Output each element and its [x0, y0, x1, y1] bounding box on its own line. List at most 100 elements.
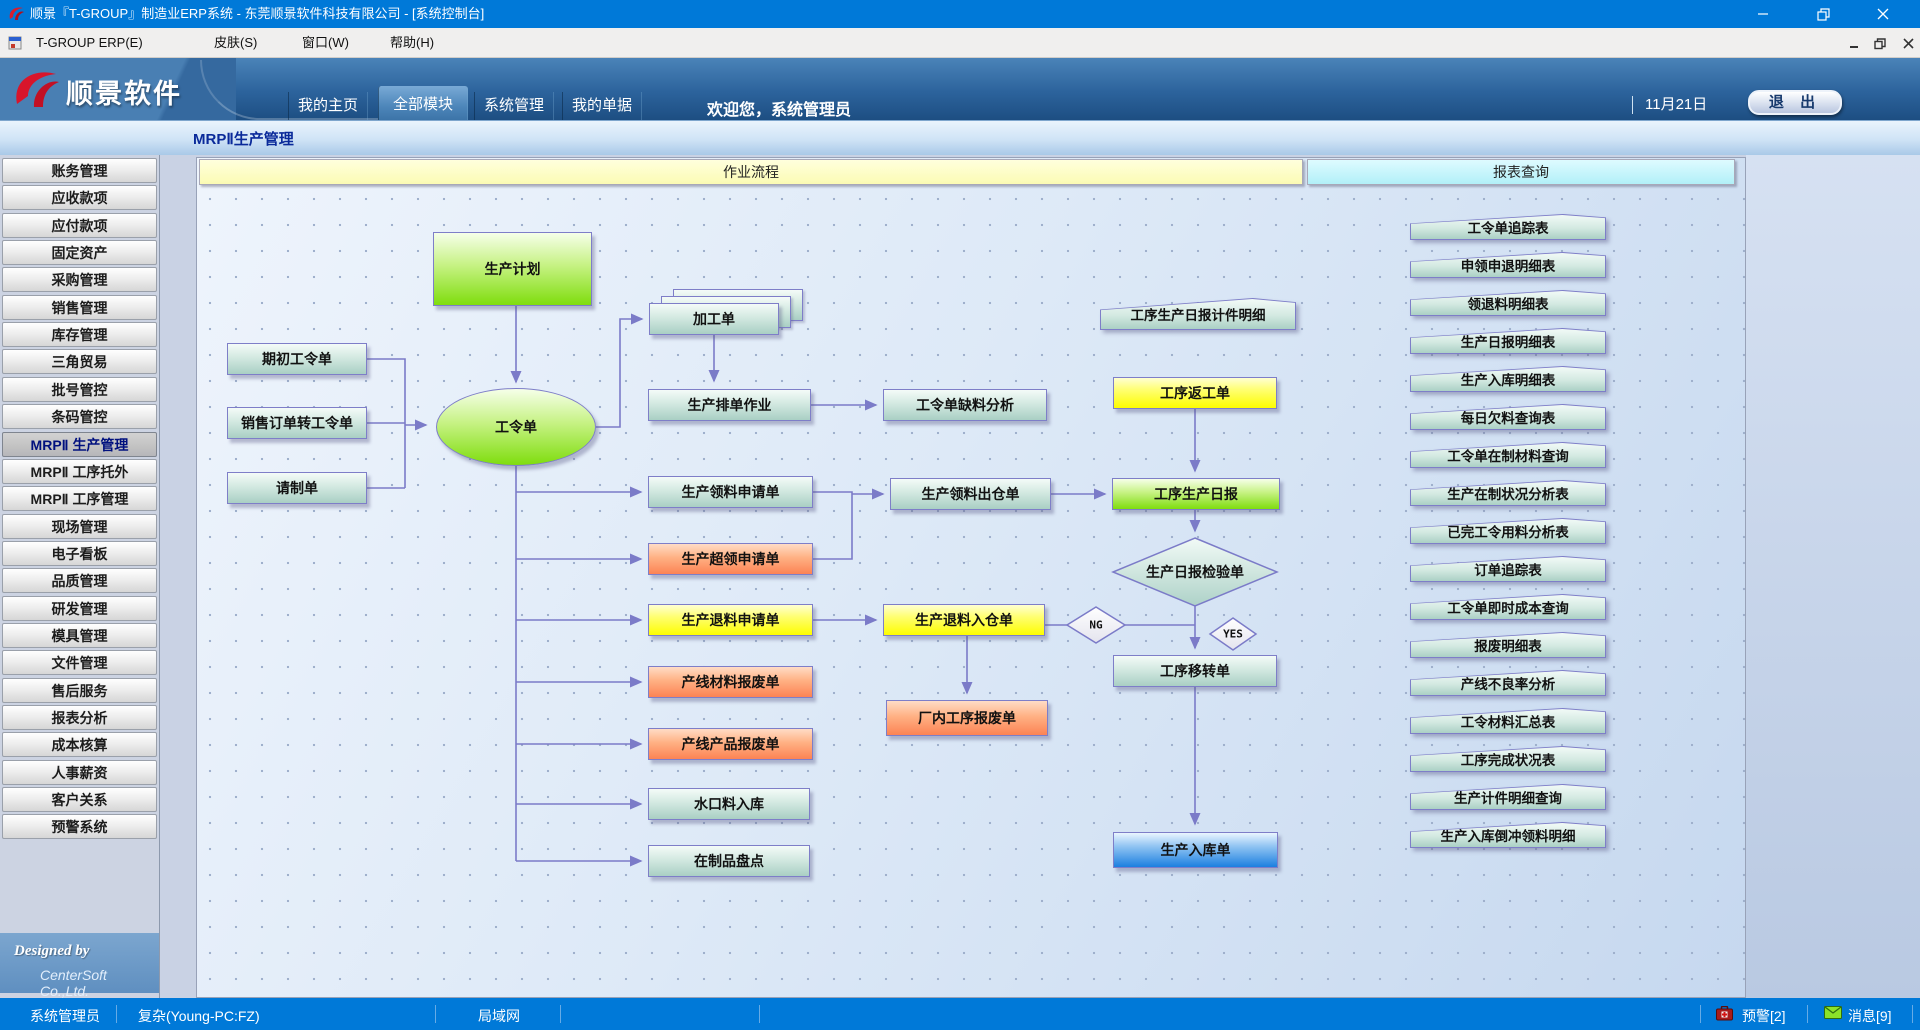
status-separator [560, 1005, 561, 1023]
report-item[interactable]: 工序完成状况表 [1410, 746, 1606, 772]
report-item[interactable]: 工令单在制材料查询 [1410, 442, 1606, 468]
sidebar-item[interactable]: 三角贸易 [2, 349, 157, 374]
mdi-minimize-button[interactable] [1842, 35, 1866, 52]
status-alert[interactable]: 预警[2] [1742, 1006, 1786, 1026]
sidebar-item[interactable]: 品质管理 [2, 568, 157, 593]
status-separator [1912, 1005, 1913, 1023]
logo-text: 顺景软件 [66, 72, 182, 111]
flow-node-work-order[interactable]: 工令单 [436, 388, 596, 466]
sidebar-item[interactable]: 售后服务 [2, 678, 157, 703]
flow-node-material-return-receipt[interactable]: 生产退料入仓单 [883, 604, 1045, 636]
flow-node-line-product-scrap[interactable]: 产线产品报废单 [648, 728, 813, 760]
flow-node-process-transfer-order[interactable]: 工序移转单 [1113, 655, 1277, 687]
mdi-close-button[interactable] [1896, 35, 1920, 52]
report-item[interactable]: 生产计件明细查询 [1410, 784, 1606, 810]
report-item[interactable]: 报废明细表 [1410, 632, 1606, 658]
sidebar-item[interactable]: 人事薪资 [2, 760, 157, 785]
banner-face: 工令单追踪表 [1411, 215, 1605, 239]
sidebar-item[interactable]: 固定资产 [2, 240, 157, 265]
window-minimize-button[interactable] [1740, 0, 1786, 28]
flow-node-process-rework-order[interactable]: 工序返工单 [1113, 377, 1277, 409]
sidebar-item[interactable]: 成本核算 [2, 732, 157, 757]
menu-item-H[interactable]: 帮助(H) [384, 28, 440, 58]
flow-node-piecework-daily-detail[interactable]: 工序生产日报计件明细 [1100, 298, 1296, 330]
sidebar-item[interactable]: 研发管理 [2, 596, 157, 621]
banner-face: 已完工令用料分析表 [1411, 519, 1605, 543]
flow-node-processing-order[interactable]: 加工单 [649, 303, 779, 335]
sidebar-item[interactable]: 应付款项 [2, 213, 157, 238]
flow-node-material-issue[interactable]: 生产领料出仓单 [890, 478, 1051, 510]
form-icon [8, 36, 22, 55]
report-item[interactable]: 领退料明细表 [1410, 290, 1606, 316]
flow-node-material-request[interactable]: 生产领料申请单 [648, 476, 813, 508]
banner-face: 生产入库倒冲领料明细 [1411, 823, 1605, 847]
tab-系统管理[interactable]: 系统管理 [474, 92, 554, 120]
flow-node-production-receipt[interactable]: 生产入库单 [1113, 832, 1278, 868]
banner-face: 报废明细表 [1411, 633, 1605, 657]
banner-face: 申领申退明细表 [1411, 253, 1605, 277]
report-item[interactable]: 生产入库明细表 [1410, 366, 1606, 392]
flow-node-over-pick-request[interactable]: 生产超领申请单 [648, 543, 813, 575]
status-message[interactable]: 消息[9] [1848, 1006, 1892, 1026]
sidebar-item[interactable]: MRPⅡ 工序管理 [2, 486, 157, 511]
window-close-button[interactable] [1860, 0, 1906, 28]
welcome-text: 欢迎您，系统管理员 [707, 96, 851, 120]
exit-button[interactable]: 退 出 [1748, 90, 1842, 115]
report-item[interactable]: 工令单追踪表 [1410, 214, 1606, 240]
flow-node-process-daily-report[interactable]: 工序生产日报 [1112, 478, 1280, 510]
report-item[interactable]: 工令材料汇总表 [1410, 708, 1606, 734]
sidebar-item[interactable]: 采购管理 [2, 267, 157, 292]
sidebar-item[interactable]: 库存管理 [2, 322, 157, 347]
flow-node-wip-stocktake[interactable]: 在制品盘点 [648, 845, 810, 877]
flow-node-material-return-request[interactable]: 生产退料申请单 [648, 604, 813, 636]
menu-item-W[interactable]: 窗口(W) [296, 28, 355, 58]
report-item[interactable]: 每日欠料查询表 [1410, 404, 1606, 430]
flow-node-sprue-material-storage[interactable]: 水口料入库 [648, 788, 810, 820]
window-restore-button[interactable] [1800, 0, 1846, 28]
sidebar-item[interactable]: MRPⅡ 工序托外 [2, 459, 157, 484]
report-item[interactable]: 工令单即时成本查询 [1410, 594, 1606, 620]
sidebar-item[interactable]: 批号管控 [2, 377, 157, 402]
reports-section-header: 报表查询 [1307, 159, 1735, 185]
sidebar-item[interactable]: 电子看板 [2, 541, 157, 566]
report-item[interactable]: 生产在制状况分析表 [1410, 480, 1606, 506]
flow-node-label-daily-report-inspection[interactable]: 生产日报检验单 [1146, 562, 1244, 582]
flow-node-request-make-order[interactable]: 请制单 [227, 472, 367, 504]
banner-face: 领退料明细表 [1411, 291, 1605, 315]
title-bar: 顺景『T-GROUP』制造业ERP系统 - 东莞顺景软件科技有限公司 - [系统… [0, 0, 1920, 28]
sidebar-item[interactable]: 报表分析 [2, 705, 157, 730]
workflow-section-header: 作业流程 [199, 159, 1303, 185]
flow-node-sales-to-work-order[interactable]: 销售订单转工令单 [227, 407, 367, 439]
sidebar-item[interactable]: 条码管控 [2, 404, 157, 429]
sidebar-item[interactable]: 预警系统 [2, 814, 157, 839]
report-item[interactable]: 生产入库倒冲领料明细 [1410, 822, 1606, 848]
flow-node-label-yes-flag[interactable]: YES [1223, 628, 1243, 641]
report-item[interactable]: 申领申退明细表 [1410, 252, 1606, 278]
sidebar-item[interactable]: 应收款项 [2, 185, 157, 210]
report-item[interactable]: 生产日报明细表 [1410, 328, 1606, 354]
sidebar-item[interactable]: 账务管理 [2, 158, 157, 183]
sidebar-item[interactable]: 销售管理 [2, 295, 157, 320]
sidebar-item[interactable]: 现场管理 [2, 514, 157, 539]
sidebar-item[interactable]: MRPⅡ 生产管理 [2, 432, 157, 457]
tab-我的单据[interactable]: 我的单据 [562, 92, 642, 120]
flow-node-label-ng-flag[interactable]: NG [1089, 619, 1102, 632]
flow-node-production-scheduling[interactable]: 生产排单作业 [648, 389, 811, 421]
menu-item-S[interactable]: 皮肤(S) [208, 28, 263, 58]
sidebar-item[interactable]: 客户关系 [2, 787, 157, 812]
tab-我的主页[interactable]: 我的主页 [288, 92, 368, 120]
menu-item-TGROUPERPE[interactable]: T-GROUP ERP(E) [30, 28, 149, 58]
sidebar-item[interactable]: 模具管理 [2, 623, 157, 648]
tab-全部模块[interactable]: 全部模块 [378, 86, 468, 120]
report-item[interactable]: 已完工令用料分析表 [1410, 518, 1606, 544]
report-item[interactable]: 产线不良率分析 [1410, 670, 1606, 696]
app-icon [7, 5, 25, 23]
flow-node-opening-work-order[interactable]: 期初工令单 [227, 343, 367, 375]
flow-node-shortage-analysis[interactable]: 工令单缺料分析 [883, 389, 1047, 421]
report-item[interactable]: 订单追踪表 [1410, 556, 1606, 582]
flow-node-factory-process-scrap[interactable]: 厂内工序报废单 [886, 700, 1048, 736]
mdi-restore-button[interactable] [1868, 35, 1892, 52]
flow-node-line-material-scrap[interactable]: 产线材料报废单 [648, 666, 813, 698]
sidebar-item[interactable]: 文件管理 [2, 650, 157, 675]
flow-node-production-plan[interactable]: 生产计划 [433, 232, 592, 306]
